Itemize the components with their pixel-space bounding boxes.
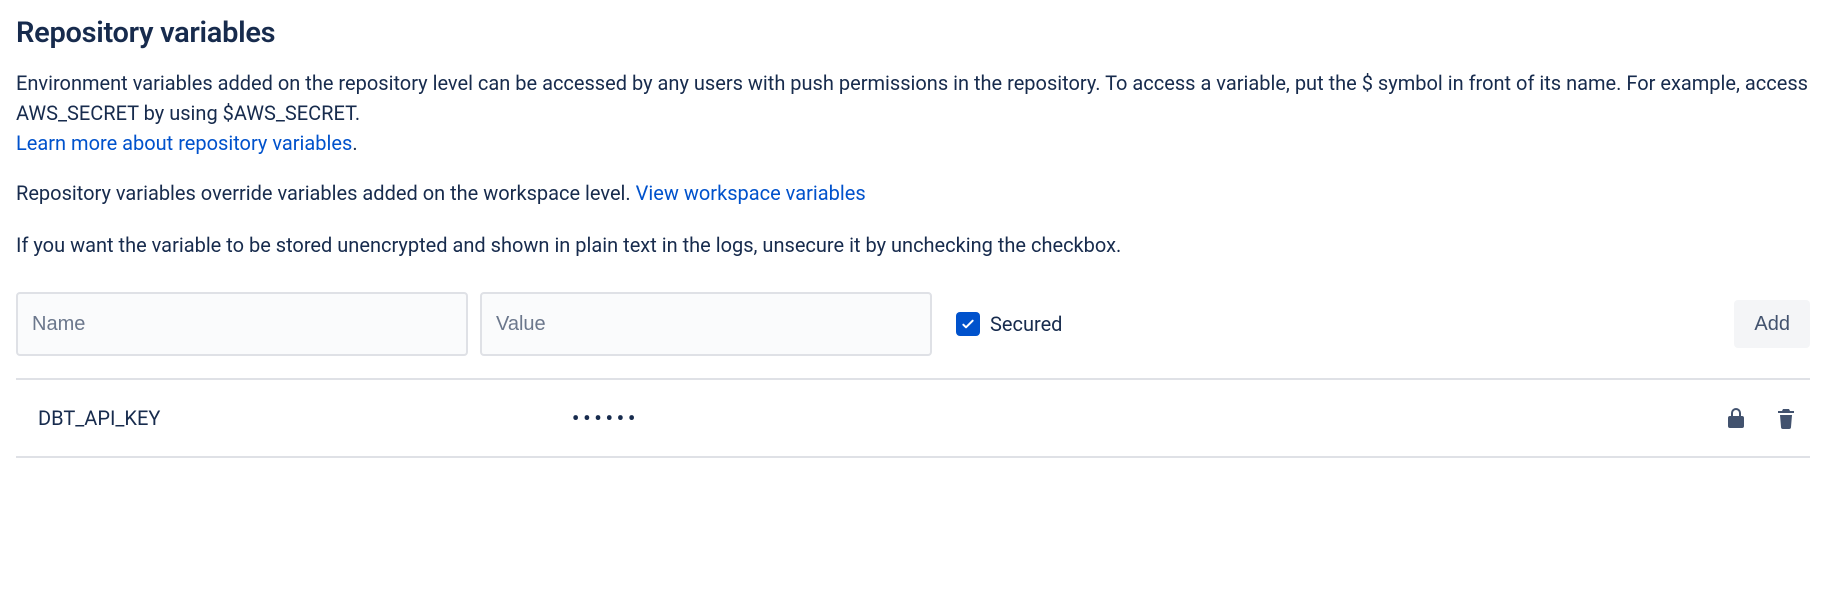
- add-variable-row: Secured Add: [16, 292, 1810, 356]
- description-body: Environment variables added on the repos…: [16, 71, 1808, 125]
- value-input[interactable]: [480, 292, 932, 356]
- view-workspace-link[interactable]: View workspace variables: [636, 181, 866, 205]
- secured-checkbox[interactable]: [956, 312, 980, 336]
- trash-icon: [1774, 406, 1798, 430]
- add-button[interactable]: Add: [1734, 300, 1810, 348]
- page-title: Repository variables: [16, 16, 1810, 50]
- secured-label: Secured: [990, 312, 1062, 336]
- variable-actions: [1720, 402, 1810, 434]
- unsecure-note: If you want the variable to be stored un…: [16, 230, 1810, 260]
- check-icon: [960, 316, 976, 332]
- secured-checkbox-wrap: Secured: [956, 312, 1062, 336]
- lock-icon: [1724, 406, 1748, 430]
- override-text: Repository variables override variables …: [16, 178, 1810, 208]
- variables-table: DBT_API_KEY ••••••: [16, 378, 1810, 458]
- name-input[interactable]: [16, 292, 468, 356]
- learn-more-link[interactable]: Learn more about repository variables: [16, 131, 352, 155]
- variable-name: DBT_API_KEY: [16, 406, 572, 430]
- override-body: Repository variables override variables …: [16, 181, 636, 205]
- variable-value-masked: ••••••: [572, 406, 1720, 430]
- delete-button[interactable]: [1770, 402, 1802, 434]
- description-period: .: [352, 131, 357, 155]
- table-row: DBT_API_KEY ••••••: [16, 380, 1810, 458]
- lock-button[interactable]: [1720, 402, 1752, 434]
- description-text: Environment variables added on the repos…: [16, 68, 1810, 158]
